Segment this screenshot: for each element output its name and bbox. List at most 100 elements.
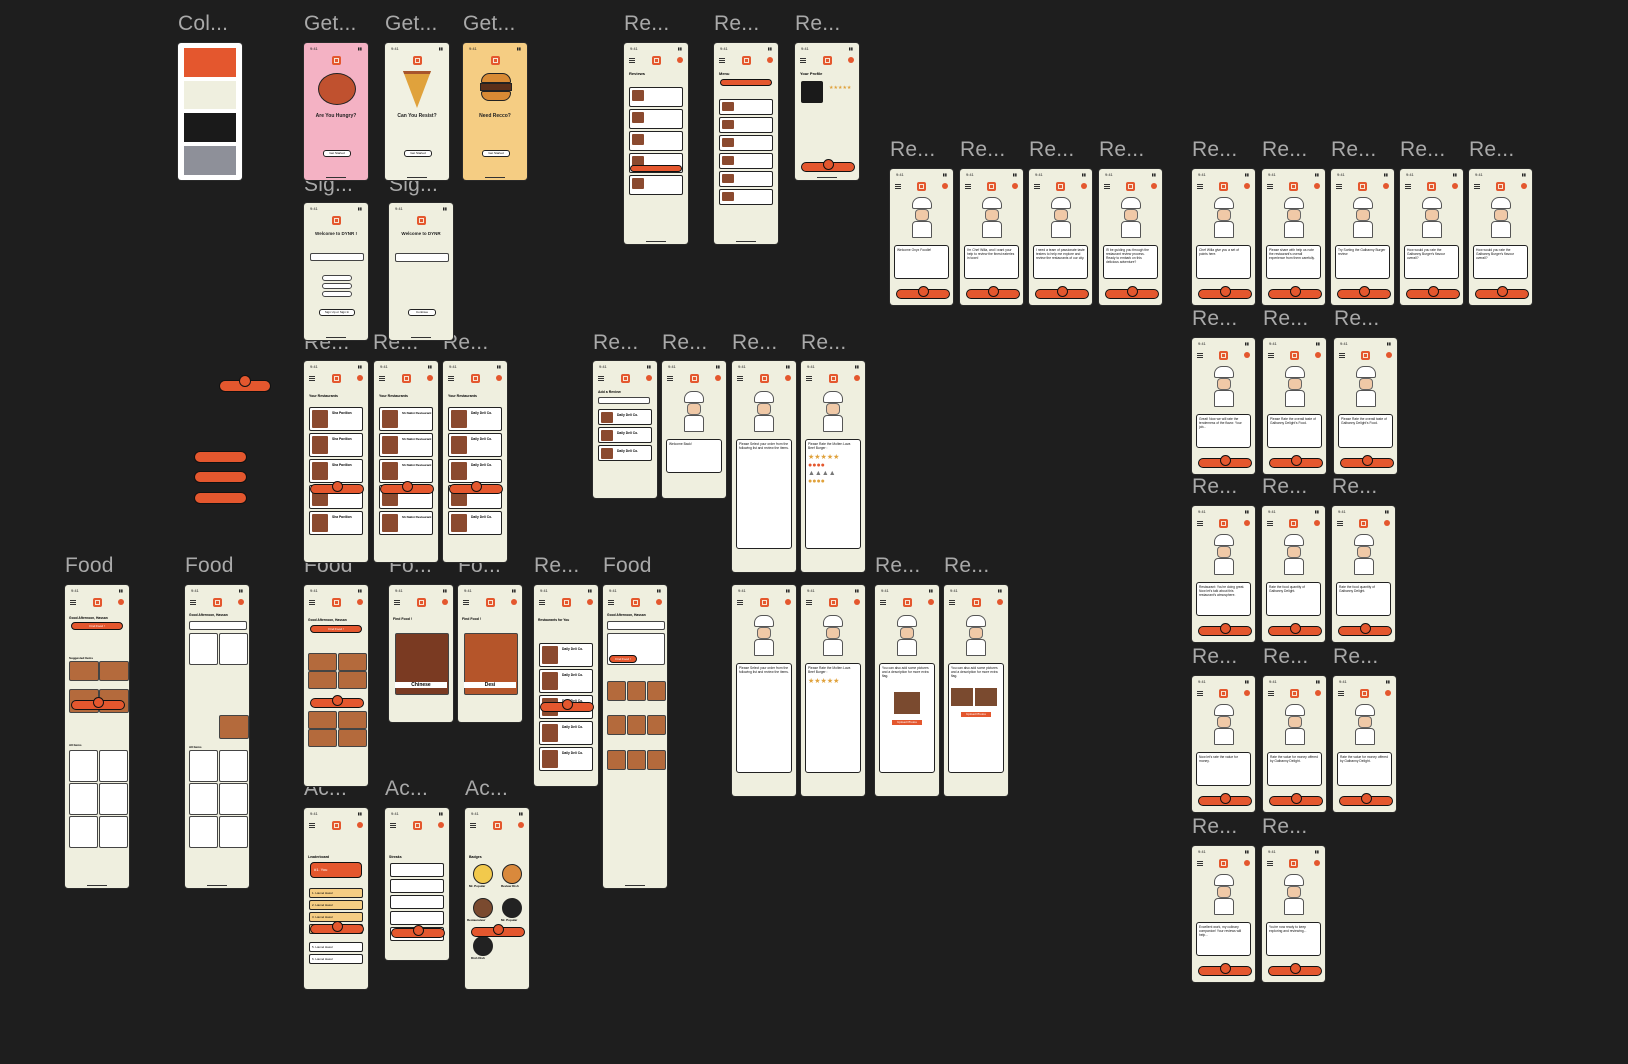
cuisine-screen-2[interactable]: 9:41 ▮▮ Find Food ! Desi [458,585,522,722]
food-home-screen[interactable]: 9:41 ▮▮ Good Afternoon, Hassan Find Food … [65,585,129,888]
chef-review-screen[interactable]: 9:41 ▮▮ You're now ready to keep exploring… [1262,846,1325,982]
profile-screen[interactable]: 9:41 ▮▮ Your Profile ★★★★★ [795,43,859,180]
chef-review-screen[interactable]: 9:41 ▮▮ Rate the food quantity of Galbanny… [1332,506,1395,642]
frame-label-re[interactable]: Re... [732,331,777,355]
frame-label-ac[interactable]: Ac... [385,777,428,801]
menu-icon[interactable] [1104,184,1110,185]
chef-review-screen[interactable]: 9:41 ▮▮ Rate the value for money offered b… [1333,676,1396,812]
profile-icon[interactable] [1385,690,1391,696]
onboarding-screen-3[interactable]: 9:41 ▮▮ Need Recco? Get Started [463,43,527,180]
food-skeleton-screen[interactable]: 9:41 ▮▮ Good Afternoon, Hassan All Items [185,585,249,888]
menu-icon[interactable] [1267,184,1273,185]
profile-icon[interactable] [1012,183,1018,189]
chef-review-screen[interactable]: 9:41 ▮▮ Rate the value for money offered b… [1263,676,1326,812]
welcome-back-screen[interactable]: 9:41 ▮▮ Welcome Back! [662,361,726,498]
menu-icon[interactable] [1267,861,1273,862]
menu-icon[interactable] [1197,861,1203,862]
add-photo-screen[interactable]: 9:41 ▮▮ You can also add some pictures an… [875,585,939,796]
bottom-nav[interactable] [1197,793,1252,806]
frame-label-re[interactable]: Re... [1192,307,1237,331]
menu-icon[interactable] [1197,184,1203,185]
frame-label-re[interactable]: Re... [624,12,669,36]
bottom-nav[interactable] [1197,455,1252,468]
frame-label-re[interactable]: Re... [1331,138,1376,162]
menu-icon[interactable] [965,184,971,185]
frame-label-re[interactable]: Re... [1469,138,1514,162]
frame-label-re[interactable]: Re... [1192,475,1237,499]
upload-photos-button[interactable]: Upload Photos [892,720,922,725]
chef-review-screen[interactable]: 9:41 ▮▮ Excellent work, my culinary compan… [1192,846,1255,982]
add-icon[interactable] [239,375,251,387]
frame-label-ac[interactable]: Ac... [465,777,508,801]
frame-label-re[interactable]: Re... [1333,645,1378,669]
upload-photos-button[interactable]: Upload Photos [961,712,991,717]
restaurants-screen-1[interactable]: 9:41 ▮▮ Your Restaurants Sha Pavilion Sha… [304,361,368,562]
profile-icon[interactable] [1244,352,1250,358]
find-food-button[interactable]: Find Food ! [71,622,123,630]
chef-review-screen[interactable]: 9:41 ▮▮ Great! Now we will rate the tender… [1192,338,1255,474]
frame-label-re[interactable]: Re... [795,12,840,36]
frame-label-re[interactable]: Re... [1192,138,1237,162]
frame-label-re[interactable]: Re... [662,331,707,355]
bottom-nav[interactable] [1197,286,1252,299]
color-palette-frame[interactable] [178,43,242,180]
frame-label-re[interactable]: Re... [1400,138,1445,162]
frame-label-re[interactable]: Re... [1262,138,1307,162]
menu-icon[interactable] [1336,184,1342,185]
chef-review-screen[interactable]: 9:41 ▮▮ Please Rate the overall taste of G… [1334,338,1397,474]
food-grid-screen[interactable]: 9:41 ▮▮ Good Afternoon, Hassan Find Food … [304,585,368,786]
profile-icon[interactable] [1314,860,1320,866]
bottom-nav[interactable] [1268,793,1323,806]
menu-icon[interactable] [1337,521,1343,522]
bottom-nav[interactable] [1267,286,1322,299]
get-started-button[interactable]: Get Started [323,150,351,157]
profile-icon[interactable] [1244,520,1250,526]
menu-screen[interactable]: 9:41 ▮▮ Menu [714,43,778,244]
frame-label-re[interactable]: Re... [1332,475,1377,499]
otp-input[interactable] [395,253,449,262]
frame-label-re[interactable]: Re... [1263,645,1308,669]
sign-up-button[interactable]: Sign Up or Sign In [319,309,355,316]
chef-review-screen[interactable]: 9:41 ▮▮ Rate the food quantity of Galbanny… [1262,506,1325,642]
frame-label-re[interactable]: Re... [593,331,638,355]
search-input[interactable] [598,397,650,404]
bottom-nav[interactable] [1197,623,1252,636]
chef-review-screen[interactable]: 9:41 ▮▮ Please Rate the overall taste of G… [1263,338,1326,474]
frame-label-re[interactable]: Re... [875,554,920,578]
google-button[interactable] [322,275,352,281]
frame-label-re[interactable]: Re... [890,138,935,162]
frame-label-colors[interactable]: Col... [178,12,228,36]
frame-label-re[interactable]: Re... [534,554,579,578]
restaurants-for-you-screen[interactable]: 9:41 ▮▮ Restaurants for You Daily Deli Co… [534,585,598,786]
frame-label-re[interactable]: Re... [1029,138,1074,162]
chef-review-screen[interactable]: 9:41 ▮▮ How would you rate the Galbanny Bu… [1469,169,1532,305]
profile-icon[interactable] [1244,690,1250,696]
bottom-nav[interactable] [1267,963,1322,976]
bottom-nav[interactable] [1405,286,1460,299]
onboarding-screen-2[interactable]: 9:41 ▮▮ Can You Resist? Get Started [385,43,449,180]
frame-label-re[interactable]: Re... [1334,307,1379,331]
frame-label-get-2[interactable]: Get... [385,12,438,36]
chef-review-screen[interactable]: 9:41 ▮▮ Welcome Onyx Foodie! [890,169,953,305]
find-food-button[interactable]: Find Food ! [609,655,637,663]
menu-icon[interactable] [1405,184,1411,185]
chef-review-screen[interactable]: 9:41 ▮▮ Try Sorting the Galbanny Burger re… [1331,169,1394,305]
profile-icon[interactable] [1244,183,1250,189]
find-food-map-screen[interactable]: 9:41 ▮▮ Good Afternoon, Hassan Find Food … [603,585,667,888]
profile-icon[interactable] [1384,520,1390,526]
menu-icon[interactable] [1034,184,1040,185]
chef-review-screen[interactable]: 9:41 ▮▮ Restaurant: You're doing great. No… [1192,506,1255,642]
frame-label-re[interactable]: Re... [714,12,759,36]
bottom-nav[interactable] [1474,286,1529,299]
onboarding-screen-1[interactable]: 9:41 ▮▮ Are You Hungry? Get Started [304,43,368,180]
frame-label-food[interactable]: Food [603,554,652,578]
find-food-button[interactable]: Find Food ! [310,625,362,633]
frame-label-get-1[interactable]: Get... [304,12,357,36]
menu-icon[interactable] [895,184,901,185]
streaks-screen[interactable]: 9:41 ▮▮ Streaks [385,808,449,960]
frame-label-re[interactable]: Re... [944,554,989,578]
frame-label-food[interactable]: Food [185,554,234,578]
nav-bar-variant-1[interactable] [194,451,247,463]
cuisine-label[interactable]: Chinese [395,682,447,688]
profile-icon[interactable] [1521,183,1527,189]
